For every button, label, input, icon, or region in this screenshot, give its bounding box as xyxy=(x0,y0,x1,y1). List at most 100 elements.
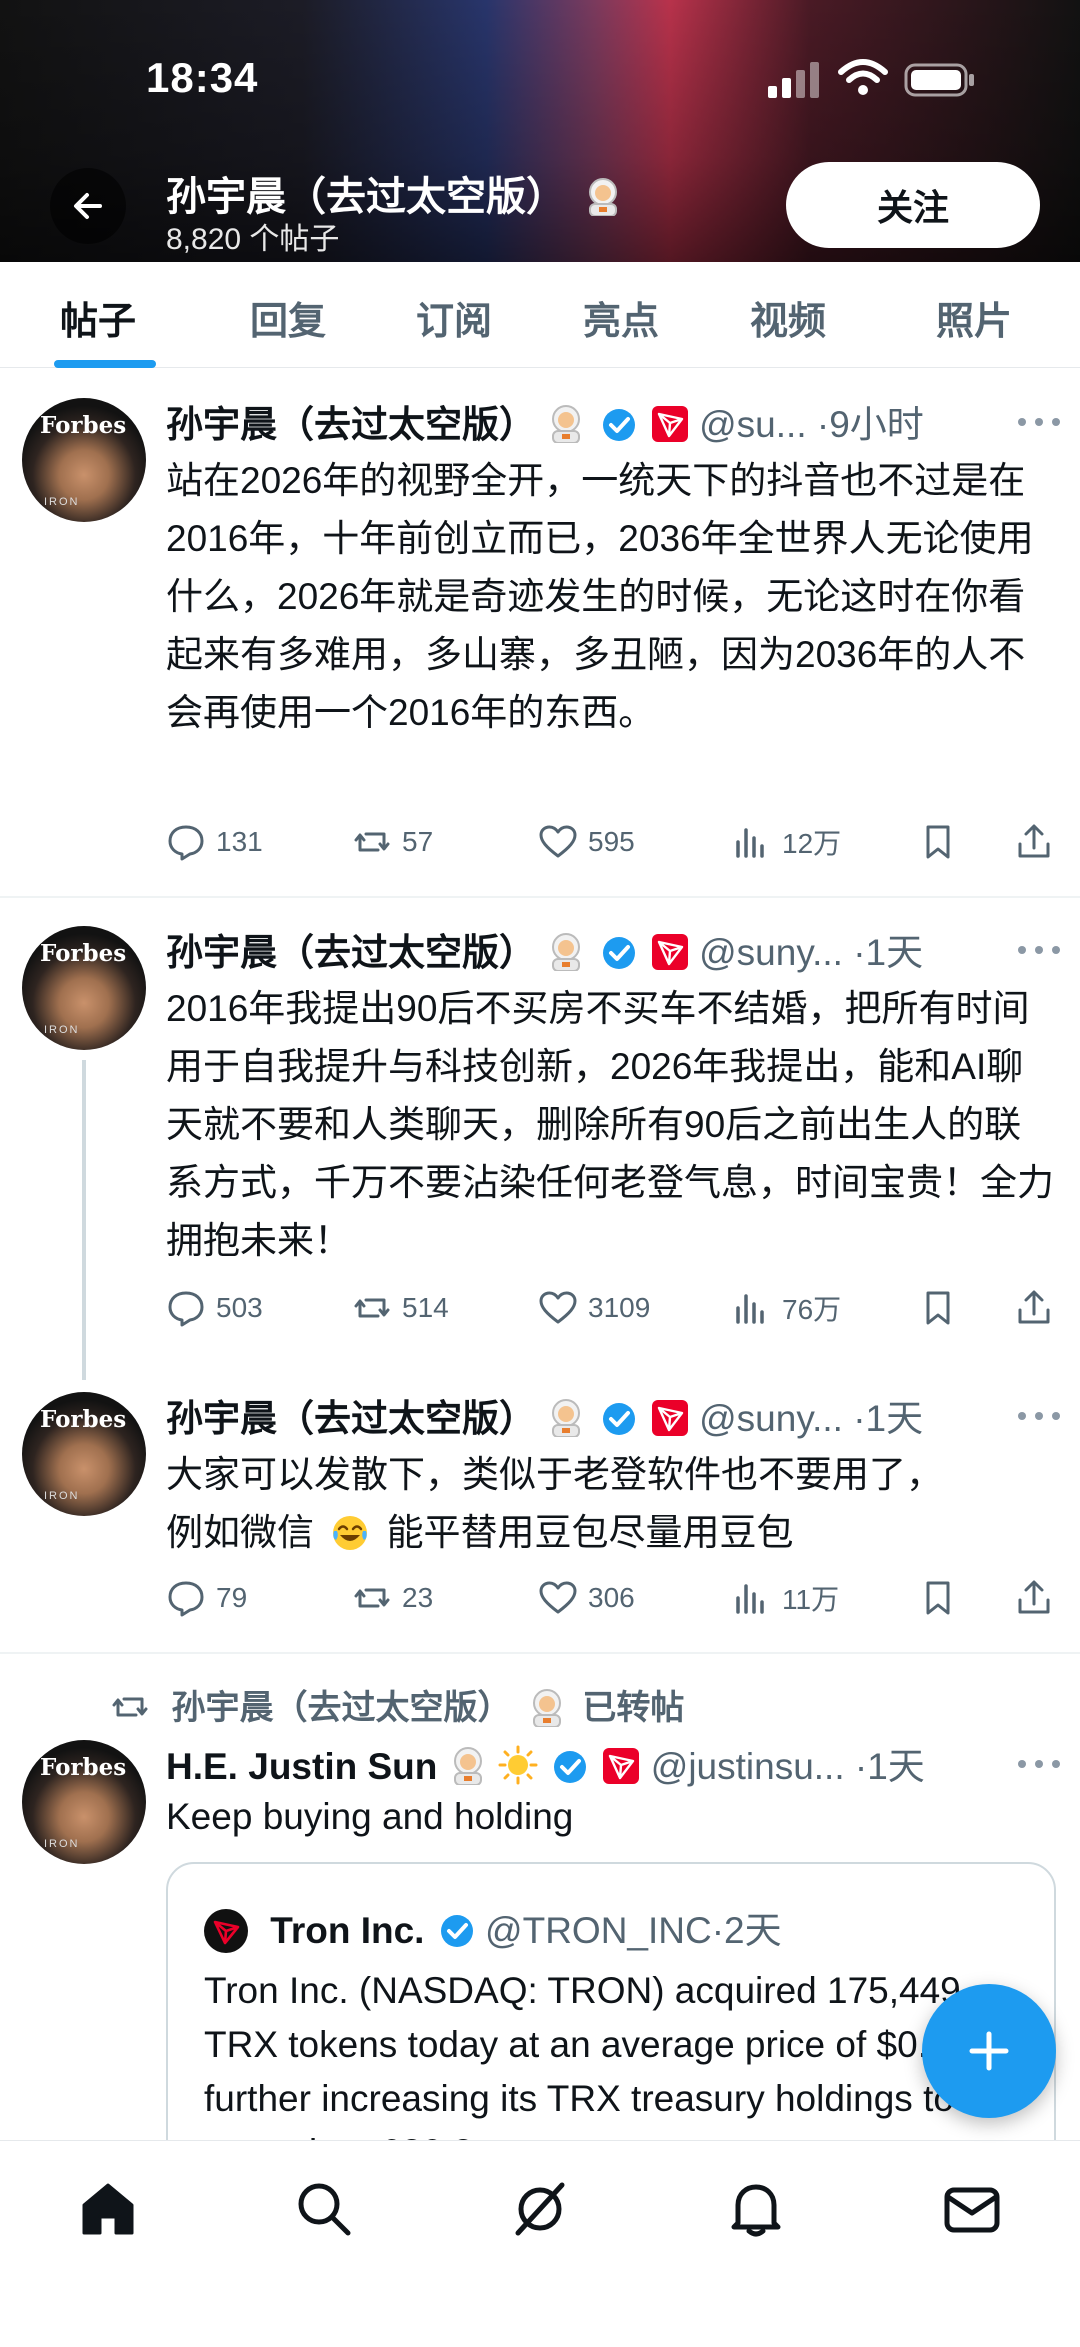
post-actions: 79 23 306 11万 xyxy=(166,1576,1062,1620)
status-time: 18:34 xyxy=(146,54,259,101)
tab-posts[interactable]: 帖子 xyxy=(60,290,136,345)
battery-icon xyxy=(904,63,974,97)
tab-photos[interactable]: 照片 xyxy=(936,290,1012,345)
compose-button[interactable] xyxy=(922,1984,1056,2118)
status-bar: 18:34 xyxy=(0,50,1080,110)
repost-button[interactable]: 23 xyxy=(352,1576,433,1620)
post-handle[interactable]: @suny... xyxy=(699,1398,843,1439)
share-button[interactable] xyxy=(1014,1286,1064,1330)
post-text: 大家可以发散下，类似于老登软件也不要用了，例如微信 能平替用豆包尽量用豆包 xyxy=(166,1446,966,1562)
post-author-name[interactable]: 孙宇晨（去过太空版） xyxy=(166,932,536,973)
views-count: 12万 xyxy=(782,828,842,859)
back-button[interactable] xyxy=(50,168,126,244)
tron-badge-icon xyxy=(651,1400,688,1436)
post-header: H.E. Justin Sun @justinsu... ·1天 xyxy=(166,1736,1066,1788)
heart-icon xyxy=(539,1291,577,1324)
avatar[interactable]: Forbes IRON xyxy=(22,1392,146,1516)
verified-badge-icon xyxy=(602,1403,635,1435)
repost-button[interactable]: 57 xyxy=(352,820,433,864)
more-horizontal-icon[interactable] xyxy=(1014,940,1064,960)
bookmark-button[interactable] xyxy=(918,1576,968,1620)
post-count: 8,820 个帖子 xyxy=(166,223,340,256)
post-divider xyxy=(0,1652,1080,1654)
post-author-name[interactable]: H.E. Justin Sun xyxy=(166,1746,437,1787)
post-handle[interactable]: @justinsu... xyxy=(651,1746,845,1787)
repost-count: 23 xyxy=(402,1582,434,1613)
avatar-sub: IRON xyxy=(44,1838,80,1850)
more-horizontal-icon[interactable] xyxy=(1014,1754,1064,1774)
avatar[interactable]: Forbes IRON xyxy=(22,926,146,1050)
sun-emoji-icon xyxy=(498,1745,538,1785)
astronaut-emoji-icon xyxy=(532,1689,561,1727)
search-icon[interactable] xyxy=(292,2177,356,2241)
avatar[interactable]: Forbes IRON xyxy=(22,398,146,522)
like-count: 3109 xyxy=(588,1292,651,1323)
post-divider xyxy=(0,896,1080,898)
post-time[interactable]: ·1天 xyxy=(853,932,923,973)
reply-button[interactable]: 503 xyxy=(166,1286,263,1330)
share-button[interactable] xyxy=(1014,1576,1064,1620)
post-actions: 131 57 595 12万 xyxy=(166,820,1062,864)
tab-subscriptions[interactable]: 订阅 xyxy=(416,290,492,345)
more-horizontal-icon[interactable] xyxy=(1014,412,1064,432)
post-text: 2016年我提出90后不买房不买车不结婚，把所有时间用于自我提升与科技创新，20… xyxy=(166,988,1054,1261)
verified-badge-icon xyxy=(602,409,635,441)
quoted-handle: @TRON_INC xyxy=(485,1910,712,1951)
views-icon xyxy=(736,1294,764,1324)
like-button[interactable]: 595 xyxy=(538,820,635,864)
tab-videos[interactable]: 视频 xyxy=(750,290,826,345)
post-header: 孙宇晨（去过太空版） @suny... ·1天 xyxy=(166,1388,1066,1440)
repost-by-name: 孙宇晨（去过太空版） xyxy=(171,1689,512,1727)
repost-icon xyxy=(354,832,390,852)
post-time[interactable]: ·9小时 xyxy=(817,404,924,445)
post-author-name[interactable]: 孙宇晨（去过太空版） xyxy=(166,1398,536,1439)
verified-badge-icon xyxy=(554,1751,587,1783)
avatar-sub: IRON xyxy=(44,1024,80,1036)
repost-context[interactable]: 孙宇晨（去过太空版） 已转帖 xyxy=(110,1680,684,1728)
views-button[interactable]: 12万 xyxy=(732,820,841,864)
post-text: 站在2026年的视野全开，一统天下的抖音也不过是在2016年，十年前创立而已，2… xyxy=(166,460,1034,733)
post-time[interactable]: ·1天 xyxy=(853,1398,923,1439)
post-handle[interactable]: @suny... xyxy=(699,932,843,973)
like-button[interactable]: 3109 xyxy=(538,1286,650,1330)
post-actions: 503 514 3109 76万 xyxy=(166,1286,1062,1330)
tron-badge-icon xyxy=(651,406,688,442)
active-tab-indicator xyxy=(54,360,156,368)
heart-icon xyxy=(539,825,577,858)
repost-icon xyxy=(112,1697,148,1717)
grok-icon[interactable] xyxy=(508,2177,572,2241)
reply-button[interactable]: 131 xyxy=(166,820,263,864)
bookmark-icon xyxy=(926,825,950,859)
tron-badge-icon xyxy=(603,1748,640,1784)
astronaut-emoji-icon xyxy=(589,178,618,216)
post-time[interactable]: ·1天 xyxy=(855,1746,925,1787)
quoted-author-name: Tron Inc. xyxy=(270,1910,425,1951)
tab-replies[interactable]: 回复 xyxy=(250,290,326,345)
share-button[interactable] xyxy=(1014,820,1064,864)
bookmark-button[interactable] xyxy=(918,820,968,864)
home-icon[interactable] xyxy=(76,2177,140,2241)
reply-button[interactable]: 79 xyxy=(166,1576,247,1620)
share-icon xyxy=(1018,1290,1050,1324)
views-button[interactable]: 76万 xyxy=(732,1286,841,1330)
more-horizontal-icon[interactable] xyxy=(1014,1406,1064,1426)
tab-highlights[interactable]: 亮点 xyxy=(583,290,659,345)
mail-icon[interactable] xyxy=(940,2177,1004,2241)
bottom-navigation xyxy=(0,2140,1080,2347)
like-button[interactable]: 306 xyxy=(538,1576,635,1620)
bookmark-button[interactable] xyxy=(918,1286,968,1330)
avatar[interactable]: Forbes IRON xyxy=(22,1740,146,1864)
repost-button[interactable]: 514 xyxy=(352,1286,449,1330)
avatar-brand: Forbes xyxy=(40,1754,127,1781)
follow-button[interactable]: 关注 xyxy=(786,162,1040,248)
reply-icon xyxy=(168,825,204,861)
post-handle[interactable]: @su... xyxy=(699,404,806,445)
post-text: Keep buying and holding xyxy=(166,1796,574,1837)
post-author-name[interactable]: 孙宇晨（去过太空版） xyxy=(166,404,536,445)
repost-icon xyxy=(354,1298,390,1318)
avatar-brand: Forbes xyxy=(40,1406,127,1433)
repost-icon xyxy=(354,1588,390,1608)
bell-icon[interactable] xyxy=(724,2177,788,2241)
views-button[interactable]: 11万 xyxy=(732,1576,839,1620)
astronaut-emoji-icon xyxy=(552,405,581,443)
